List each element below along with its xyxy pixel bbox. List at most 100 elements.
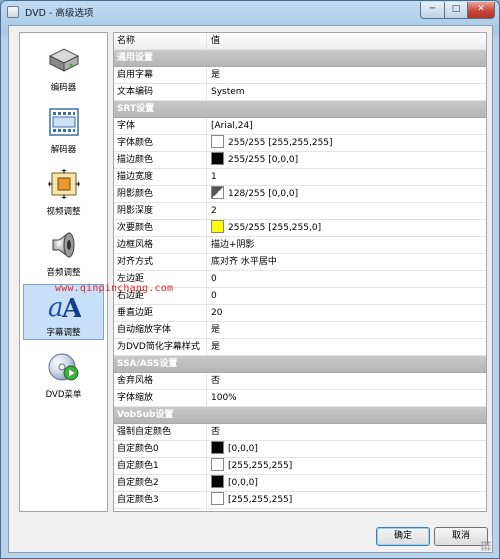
property-name-text: 描边宽度 (117, 172, 154, 182)
property-row[interactable]: 阴影深度 2 (114, 203, 486, 220)
property-value[interactable]: 底对齐 水平居中 (208, 254, 486, 270)
color-swatch[interactable] (211, 135, 224, 148)
property-name-text: 阴影颜色 (117, 189, 154, 199)
property-value-text: [255,255,255] (228, 495, 293, 505)
color-swatch[interactable] (211, 475, 224, 488)
cancel-button[interactable]: 取消 (434, 527, 488, 546)
property-value[interactable]: [255,255,255] (208, 492, 486, 508)
dialog-client-area: 编码器 解码器 视频调整 音频调整 a A 字幕调整 DVD菜单 名称值通用设置 启用字幕是文本… (8, 25, 493, 553)
property-row[interactable]: 文本编码 System (114, 84, 486, 101)
property-value[interactable]: 0 (208, 271, 486, 287)
sidebar-item-label: 视频调整 (46, 207, 81, 217)
property-row[interactable]: 字体 [Arial,24] (114, 118, 486, 135)
property-row[interactable]: 自定颜色2 [0,0,0] (114, 475, 486, 492)
property-row[interactable]: 描边颜色 255/255 [0,0,0] (114, 152, 486, 169)
dialog-window: DVD - 高级选项 ─ □ ✕ 编码器 解码器 视频调整 音频调整 a A 字幕调整 DVD… (0, 0, 500, 559)
property-value-text: 100% (211, 393, 237, 403)
property-row[interactable]: 舍弃风格 否 (114, 373, 486, 390)
property-value[interactable]: [0,0,0] (208, 441, 486, 457)
property-row[interactable]: 启用字幕 是 (114, 67, 486, 84)
sidebar-item-3[interactable]: 视频调整 (23, 163, 104, 219)
group-header-1[interactable]: 通用设置 (114, 50, 486, 67)
property-value[interactable]: System (208, 84, 486, 100)
color-swatch[interactable] (211, 152, 224, 165)
property-name-text: 次要颜色 (117, 223, 154, 233)
svg-text:A: A (61, 294, 81, 320)
property-value[interactable]: 255/255 [255,255,255] (208, 135, 486, 151)
property-value[interactable]: 否 (208, 509, 486, 511)
property-value-text: 128/255 [0,0,0] (228, 189, 299, 199)
property-row[interactable]: 边框风格 描边+阴影 (114, 237, 486, 254)
property-row[interactable]: 垂直边距 20 (114, 305, 486, 322)
property-row[interactable]: 字体颜色 255/255 [255,255,255] (114, 135, 486, 152)
color-swatch[interactable] (211, 441, 224, 454)
sidebar-item-2[interactable]: 解码器 (23, 101, 104, 157)
property-value[interactable]: 是 (208, 67, 486, 83)
color-swatch[interactable] (211, 220, 224, 233)
property-value[interactable]: 255/255 [0,0,0] (208, 152, 486, 168)
close-button[interactable]: ✕ (467, 2, 495, 19)
property-value[interactable]: 是 (208, 322, 486, 338)
property-name-text: 舍弃风格 (117, 376, 154, 386)
property-name-text: 描边颜色 (117, 155, 154, 165)
sidebar-item-6[interactable]: DVD菜单 (23, 346, 104, 402)
property-value-text: 255/255 [255,255,255] (228, 138, 333, 148)
property-name-text: 自定颜色3 (117, 495, 159, 505)
color-swatch[interactable] (211, 458, 224, 471)
property-row[interactable]: 自定颜色1 [255,255,255] (114, 458, 486, 475)
title-bar[interactable]: DVD - 高级选项 ─ □ ✕ (1, 1, 499, 23)
property-row[interactable]: 次要颜色 255/255 [255,255,0] (114, 220, 486, 237)
sidebar-item-1[interactable]: 编码器 (23, 39, 104, 95)
property-row[interactable]: 为DVD简化字幕样式 是 (114, 339, 486, 356)
property-value-text: 否 (211, 427, 221, 437)
group-title: SRT设置 (117, 104, 155, 114)
color-swatch[interactable] (211, 492, 224, 505)
property-name-text: 字体颜色 (117, 138, 154, 148)
subtitle-letters-icon: aA (47, 290, 83, 324)
group-header-3[interactable]: SSA/ASS设置 (114, 356, 486, 373)
property-value-text: 否 (211, 376, 221, 386)
property-row[interactable]: 基于原始文件否 (114, 509, 486, 511)
property-value[interactable]: 描边+阴影 (208, 237, 486, 253)
sidebar-item-label: 解码器 (50, 145, 77, 155)
property-value[interactable]: 是 (208, 339, 486, 355)
group-header-4[interactable]: VobSub设置 (114, 407, 486, 424)
property-value[interactable]: 100% (208, 390, 486, 406)
column-header-name-text: 名称 (117, 36, 136, 46)
property-row[interactable]: 自动缩放字体 是 (114, 322, 486, 339)
property-value[interactable]: [0,0,0] (208, 475, 486, 491)
crop-frame-icon (47, 169, 81, 199)
resize-grip[interactable] (481, 541, 491, 551)
property-value[interactable]: 否 (208, 424, 486, 440)
minimize-button[interactable]: ─ (420, 2, 445, 19)
property-row[interactable]: 自定颜色0 [0,0,0] (114, 441, 486, 458)
property-value[interactable]: 1 (208, 169, 486, 185)
group-title: 通用设置 (117, 53, 154, 63)
property-name-text: 启用字幕 (117, 70, 154, 80)
property-value[interactable]: 2 (208, 203, 486, 219)
group-header-2[interactable]: SRT设置 (114, 101, 486, 118)
property-value[interactable]: [255,255,255] (208, 458, 486, 474)
property-row[interactable]: 对齐方式 底对齐 水平居中 (114, 254, 486, 271)
property-row[interactable]: 强制自定颜色 否 (114, 424, 486, 441)
property-row[interactable]: 描边宽度 1 (114, 169, 486, 186)
color-swatch[interactable] (211, 186, 224, 199)
property-value[interactable]: 20 (208, 305, 486, 321)
property-name-text: 对齐方式 (117, 257, 154, 267)
group-title: VobSub设置 (117, 410, 174, 420)
property-value-text: [255,255,255] (228, 461, 293, 471)
property-value[interactable]: 128/255 [0,0,0] (208, 186, 486, 202)
property-row[interactable]: 阴影颜色 128/255 [0,0,0] (114, 186, 486, 203)
property-value[interactable]: [Arial,24] (208, 118, 486, 134)
property-value[interactable]: 否 (208, 373, 486, 389)
maximize-button[interactable]: □ (444, 2, 468, 19)
property-name-text: 自定颜色0 (117, 444, 159, 454)
sidebar-item-4[interactable]: 音频调整 (23, 224, 104, 280)
property-row[interactable]: 自定颜色3 [255,255,255] (114, 492, 486, 509)
property-value[interactable]: 255/255 [255,255,0] (208, 220, 486, 236)
category-sidebar: 编码器 解码器 视频调整 音频调整 a A 字幕调整 DVD菜单 (19, 32, 108, 512)
property-row[interactable]: 字体缩放 100% (114, 390, 486, 407)
property-value[interactable]: 0 (208, 288, 486, 304)
property-value-text: 是 (211, 325, 221, 335)
ok-button[interactable]: 确定 (376, 527, 430, 546)
